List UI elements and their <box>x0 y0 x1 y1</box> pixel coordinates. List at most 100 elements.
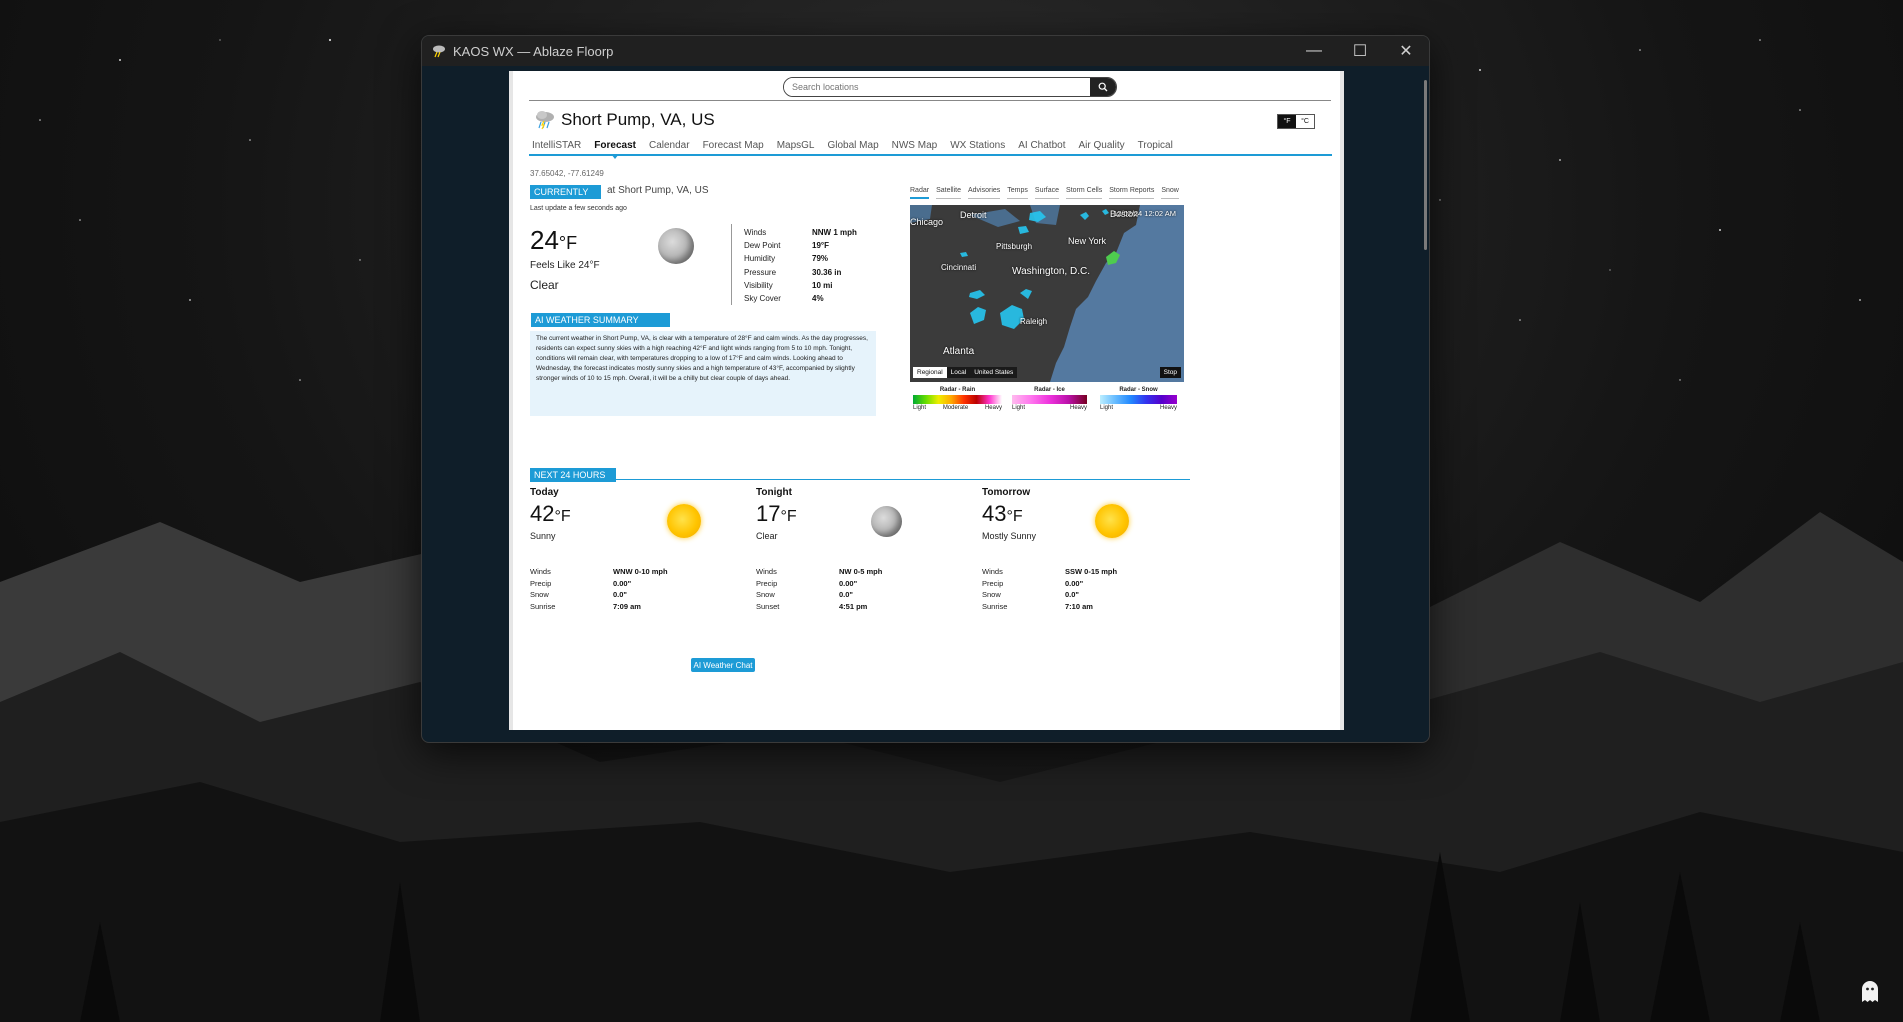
feels-like: Feels Like 24°F <box>530 260 600 271</box>
stat-label: Visibility <box>744 280 773 290</box>
stat-sky-cover: Sky Cover 4% <box>744 292 857 305</box>
legend-label: Light <box>1012 405 1026 411</box>
stat-label: Sunset <box>756 601 780 611</box>
legend-label: Heavy <box>1159 405 1177 411</box>
window-title: KAOS WX — Ablaze Floorp <box>453 43 614 59</box>
stat-value: 79% <box>812 254 829 264</box>
legend-label: Heavy <box>984 405 1002 411</box>
current-condition: Clear <box>530 278 559 292</box>
city-label: Raleigh <box>1020 317 1048 326</box>
stat-value: 0.00" <box>613 578 632 588</box>
tab-intellistar[interactable]: IntelliSTAR <box>532 140 581 151</box>
page-scrollbar[interactable] <box>1424 80 1427 250</box>
search-bar <box>783 77 1117 97</box>
stat-label: Winds <box>744 228 767 238</box>
location-title: Short Pump, VA, US <box>561 110 715 129</box>
map-tab-storm-reports[interactable]: Storm Reports <box>1109 187 1155 199</box>
city-label: Atlanta <box>943 346 975 357</box>
map-tab-satellite[interactable]: Satellite <box>936 187 961 199</box>
tab-wx-stations[interactable]: WX Stations <box>950 140 1005 151</box>
legend-label: Heavy <box>1069 405 1087 411</box>
regional-button[interactable]: Regional <box>913 367 947 378</box>
stat-value: 19°F <box>812 241 829 251</box>
map-tab-advisories[interactable]: Advisories <box>967 187 1001 199</box>
local-button[interactable]: Local <box>946 367 971 378</box>
current-temp-unit: °F <box>558 233 578 253</box>
radar-map[interactable]: Chicago Detroit Boston New York Pittsbur… <box>910 205 1184 382</box>
window-titlebar: KAOS WX — Ablaze Floorp — ☐ ✕ <box>422 36 1429 66</box>
period-temp-unit: °F <box>780 508 797 525</box>
radar-timestamp: 12/02/24 12:02 AM <box>1113 209 1176 218</box>
tab-forecast-map[interactable]: Forecast Map <box>703 140 764 151</box>
app-weather-icon <box>433 45 445 58</box>
close-button[interactable]: ✕ <box>1383 36 1429 66</box>
minimize-button[interactable]: — <box>1291 36 1337 66</box>
stat-label: Winds <box>530 567 551 577</box>
map-tab-surface[interactable]: Surface <box>1034 187 1060 199</box>
current-temp: 24°F <box>530 225 577 256</box>
stat-visibility: Visibility 10 mi <box>744 279 857 292</box>
search-button[interactable] <box>1090 78 1116 96</box>
stat-value: WNW 0-10 mph <box>613 567 668 577</box>
stop-button[interactable]: Stop <box>1159 367 1181 378</box>
header-divider <box>529 100 1331 101</box>
map-tab-snow[interactable]: Snow <box>1161 187 1179 199</box>
period-temp: 42°F <box>530 501 571 527</box>
weather-condition-icon <box>536 111 554 130</box>
ai-summary-badge: AI WEATHER SUMMARY (BETA) <box>531 313 670 339</box>
web-page: Short Pump, VA, US °F °C IntelliSTAR For… <box>509 71 1344 730</box>
tab-mapsgl[interactable]: MapsGL <box>777 140 815 151</box>
stat-label: Sky Cover <box>744 294 781 304</box>
stat-value: NNW 1 mph <box>812 228 857 238</box>
period-temp: 43°F <box>982 501 1023 527</box>
search-input[interactable] <box>784 78 1090 96</box>
stat-label: Winds <box>982 567 1003 577</box>
period-condition: Sunny <box>530 531 556 541</box>
period-temp-unit: °F <box>1006 508 1023 525</box>
search-icon <box>1098 82 1108 92</box>
moon-icon <box>658 228 694 264</box>
stat-value: 0.00" <box>1065 578 1084 588</box>
legend-ice-bar <box>1012 395 1087 404</box>
maximize-button[interactable]: ☐ <box>1337 36 1383 66</box>
tabs-underline <box>529 154 1332 156</box>
legend-rain: Radar - Rain Light Moderate Heavy <box>913 387 1002 411</box>
ai-weather-chat-button[interactable]: AI Weather Chat <box>691 658 755 672</box>
forecast-period-today: Today 42°F Sunny Winds WNW 0-10 mph Preci… <box>530 487 750 611</box>
stat-value: 0.0" <box>839 590 853 600</box>
period-temp-unit: °F <box>554 508 571 525</box>
tab-forecast[interactable]: Forecast <box>594 140 636 159</box>
browser-window: KAOS WX — Ablaze Floorp — ☐ ✕ Short Pump… <box>421 35 1430 743</box>
tab-calendar[interactable]: Calendar <box>649 140 690 151</box>
map-tab-radar[interactable]: Radar <box>910 187 930 199</box>
celsius-button[interactable]: °C <box>1296 115 1314 128</box>
tab-nws-map[interactable]: NWS Map <box>892 140 938 151</box>
forecast-period-tomorrow: Tomorrow 43°F Mostly Sunny Winds SSW 0-15… <box>982 487 1202 611</box>
tab-air-quality[interactable]: Air Quality <box>1079 140 1125 151</box>
current-location-label: at Short Pump, VA, US <box>607 185 709 196</box>
ai-summary-box: The current weather in Short Pump, VA, i… <box>530 331 876 672</box>
ai-summary-text: The current weather in Short Pump, VA, i… <box>536 335 868 382</box>
period-condition: Clear <box>756 531 778 541</box>
united-states-button[interactable]: United States <box>970 367 1018 378</box>
stat-value: 0.0" <box>613 590 627 600</box>
ghost-tray-icon[interactable] <box>1859 978 1881 1004</box>
map-tab-storm-cells[interactable]: Storm Cells <box>1066 187 1103 199</box>
city-label: Detroit <box>960 210 987 220</box>
tab-tropical[interactable]: Tropical <box>1138 140 1173 151</box>
map-tabs: Radar Satellite Advisories Temps Surface… <box>910 187 1179 199</box>
stat-winds: Winds NNW 1 mph <box>744 226 857 239</box>
stat-label: Snow <box>756 590 775 600</box>
map-tab-temps[interactable]: Temps <box>1007 187 1028 199</box>
legend-title: Radar - Ice <box>1034 387 1065 393</box>
forecast-period-tonight: Tonight 17°F Clear Winds NW 0-5 mph Preci… <box>756 487 976 611</box>
tab-ai-chatbot[interactable]: AI Chatbot <box>1018 140 1065 151</box>
tab-global-map[interactable]: Global Map <box>828 140 879 151</box>
current-stats: Winds NNW 1 mph Dew Point 19°F Humidity 79%… <box>744 226 857 305</box>
legend-ice: Radar - Ice Light Heavy <box>1012 387 1087 411</box>
fahrenheit-button[interactable]: °F <box>1278 115 1296 128</box>
city-label: Pittsburgh <box>996 242 1033 251</box>
stat-value: SSW 0-15 mph <box>1065 567 1118 577</box>
stat-value: 7:10 am <box>1065 601 1093 611</box>
stat-value: 7:09 am <box>613 601 641 611</box>
